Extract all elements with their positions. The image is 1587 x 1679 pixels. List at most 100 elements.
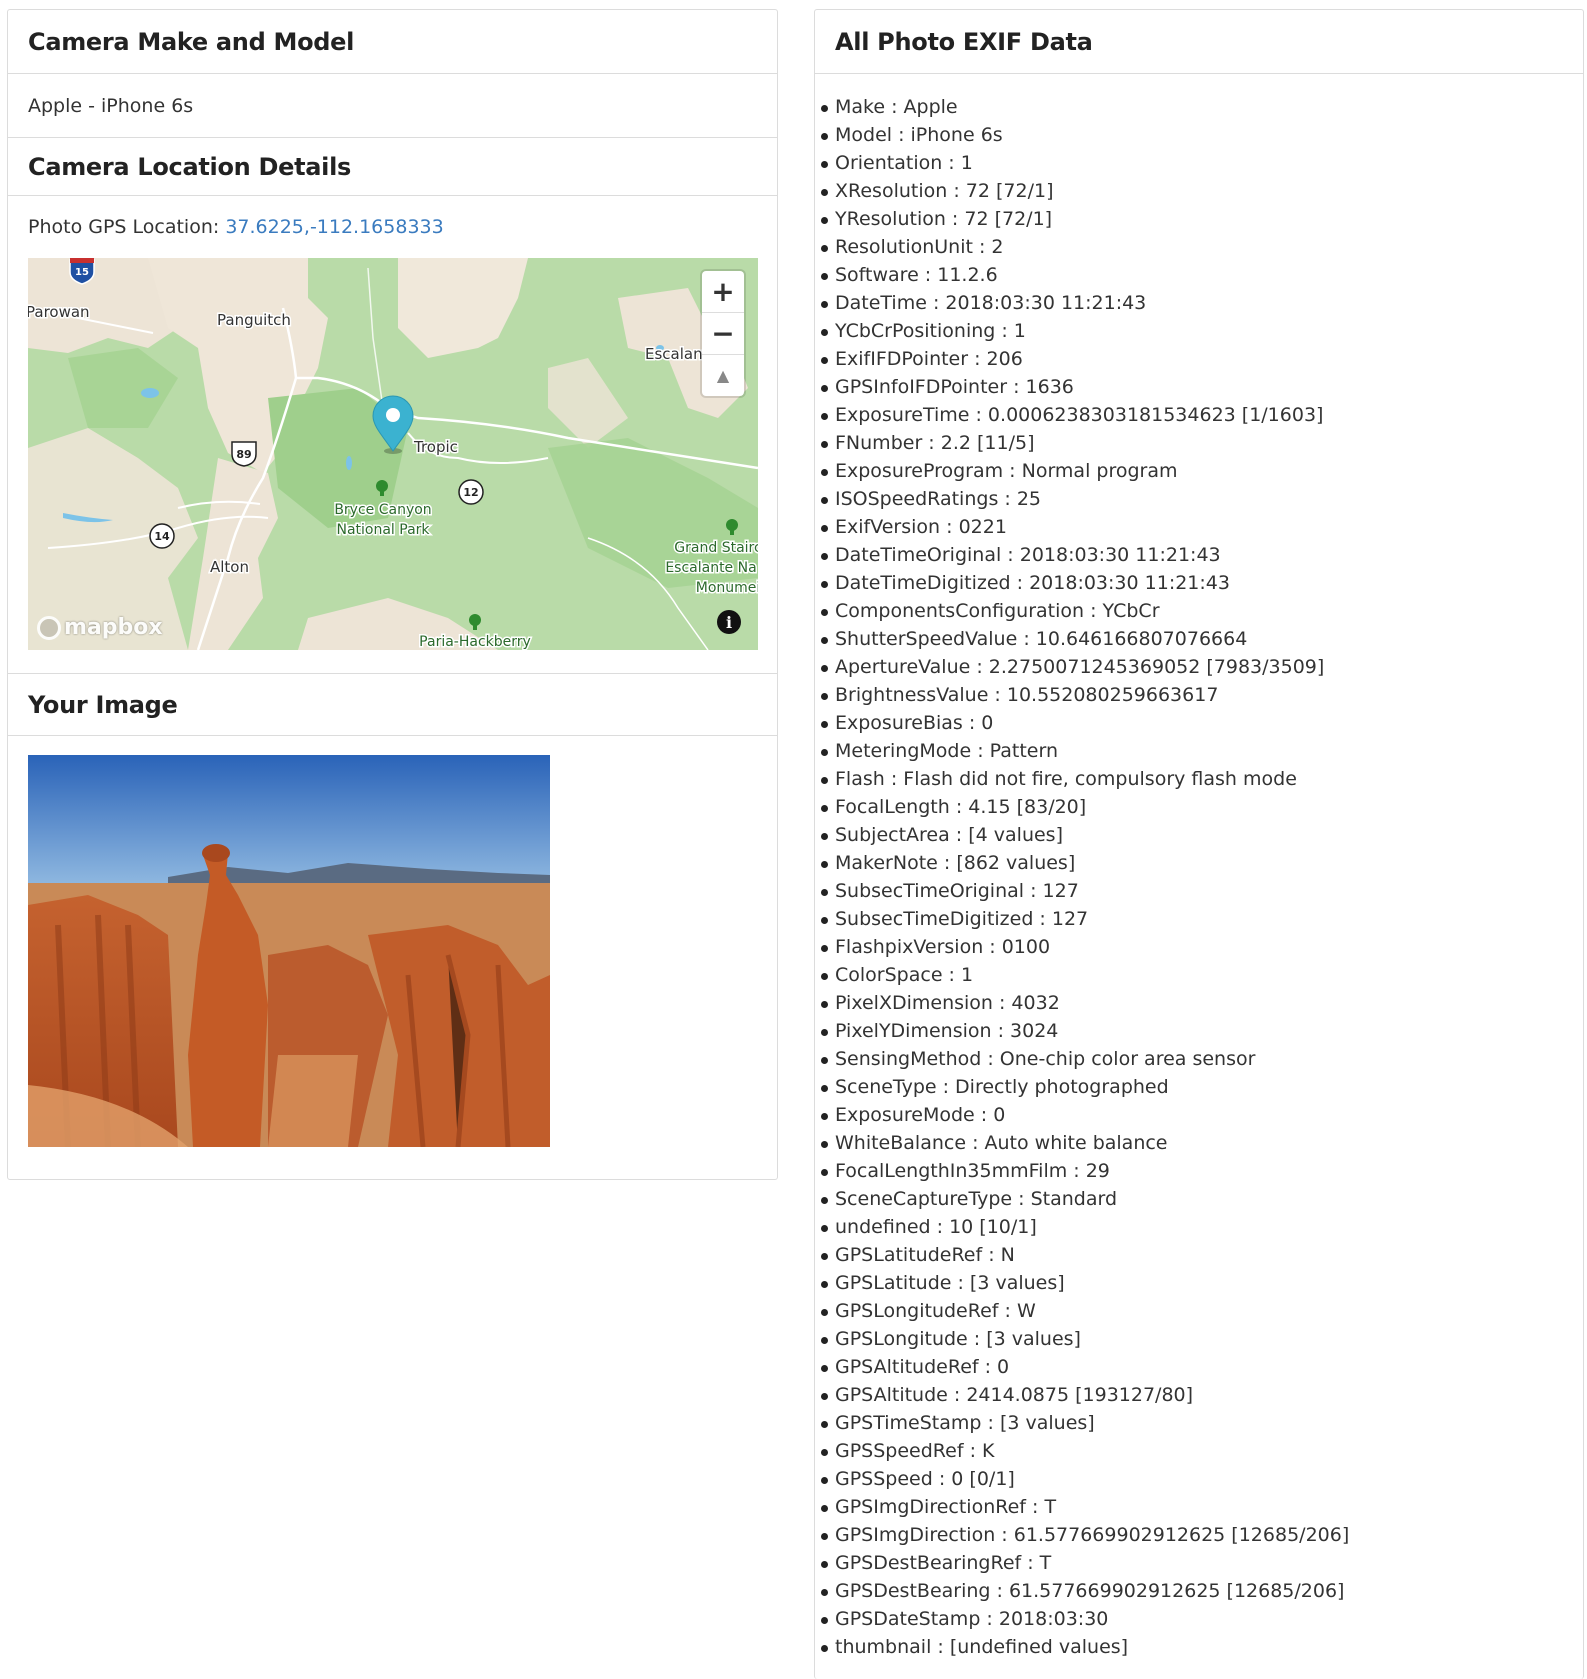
map-label-grand-1: Grand Stairc (674, 540, 758, 556)
image-heading: Your Image (28, 690, 178, 719)
map-label-parowan: Parowan (28, 303, 90, 321)
route-14-shield: 14 (149, 523, 175, 549)
zoom-out-button[interactable]: − (702, 313, 744, 355)
location-map[interactable]: 15 89 12 14 Parowan Panguitch Escalant T… (28, 258, 758, 650)
route-14-label: 14 (154, 530, 170, 543)
exif-item: Make : Apple (821, 93, 1583, 121)
exif-item: ExposureMode : 0 (821, 1101, 1583, 1129)
exif-item: DateTimeOriginal : 2018:03:30 11:21:43 (821, 541, 1583, 569)
exif-item: GPSSpeedRef : K (821, 1437, 1583, 1465)
exif-item: ComponentsConfiguration : YCbCr (821, 597, 1583, 625)
map-label-grand-3: Monumei (696, 580, 758, 596)
camera-section-header: Camera Make and Model (8, 10, 777, 74)
exif-item: Flash : Flash did not fire, compulsory f… (821, 765, 1583, 793)
mapbox-logo[interactable]: mapbox (37, 615, 163, 640)
exif-item: ExifVersion : 0221 (821, 513, 1583, 541)
exif-item: GPSInfoIFDPointer : 1636 (821, 373, 1583, 401)
exif-heading: All Photo EXIF Data (835, 27, 1093, 56)
us-89-shield: 89 (231, 441, 257, 467)
exif-item: PixelYDimension : 3024 (821, 1017, 1583, 1045)
route-12-shield: 12 (458, 479, 484, 505)
exif-item: GPSLongitudeRef : W (821, 1297, 1583, 1325)
image-section-body (8, 755, 777, 1147)
exif-item: Orientation : 1 (821, 149, 1583, 177)
exif-item: GPSDestBearingRef : T (821, 1549, 1583, 1577)
map-info-button[interactable]: i (717, 610, 741, 634)
exif-item: GPSAltitudeRef : 0 (821, 1353, 1583, 1381)
image-section-header: Your Image (8, 674, 777, 736)
exif-item: YCbCrPositioning : 1 (821, 317, 1583, 345)
gps-label: Photo GPS Location: (28, 216, 226, 238)
exif-item: ISOSpeedRatings : 25 (821, 485, 1583, 513)
exif-item: SubsecTimeDigitized : 127 (821, 905, 1583, 933)
exif-item: GPSAltitude : 2414.0875 [193127/80] (821, 1381, 1583, 1409)
exif-item: DateTime : 2018:03:30 11:21:43 (821, 289, 1583, 317)
exif-item: SubjectArea : [4 values] (821, 821, 1583, 849)
exif-item: GPSTimeStamp : [3 values] (821, 1409, 1583, 1437)
exif-item: GPSSpeed : 0 [0/1] (821, 1465, 1583, 1493)
exif-item: ExposureTime : 0.0006238303181534623 [1/… (821, 401, 1583, 429)
map-label-grand-2: Escalante Na (665, 560, 756, 576)
exif-section-header: All Photo EXIF Data (815, 10, 1583, 74)
interstate-15-label: 15 (75, 267, 89, 278)
exif-item: DateTimeDigitized : 2018:03:30 11:21:43 (821, 569, 1583, 597)
exif-item: GPSDestBearing : 61.577669902912625 [126… (821, 1577, 1583, 1605)
exif-item: FNumber : 2.2 [11/5] (821, 429, 1583, 457)
exif-item: SensingMethod : One-chip color area sens… (821, 1045, 1583, 1073)
interstate-15-shield: 15 (69, 258, 95, 285)
gps-location-line: Photo GPS Location: 37.6225,-112.1658333 (28, 216, 757, 238)
exif-item: MakerNote : [862 values] (821, 849, 1583, 877)
right-panel: All Photo EXIF Data Make : Apple Model : … (814, 9, 1584, 1679)
exif-item: Model : iPhone 6s (821, 121, 1583, 149)
exif-item: FocalLengthIn35mmFilm : 29 (821, 1157, 1583, 1185)
map-label-bryce-2: National Park (336, 522, 430, 538)
map-label-panguitch: Panguitch (217, 311, 291, 329)
exif-item: BrightnessValue : 10.552080259663617 (821, 681, 1583, 709)
exif-item: ResolutionUnit : 2 (821, 233, 1583, 261)
map-label-escalante: Escalant (645, 345, 709, 363)
compass-button[interactable]: ▲ (702, 355, 744, 396)
camera-heading: Camera Make and Model (28, 27, 355, 56)
exif-item: SceneType : Directly photographed (821, 1073, 1583, 1101)
exif-item: ShutterSpeedValue : 10.646166807076664 (821, 625, 1583, 653)
location-section-body: Photo GPS Location: 37.6225,-112.1658333 (8, 196, 777, 674)
location-section-header: Camera Location Details (8, 138, 777, 196)
map-label-tropic: Tropic (413, 438, 458, 456)
exif-list: Make : Apple Model : iPhone 6s Orientation… (815, 74, 1583, 1661)
exif-item: ExifIFDPointer : 206 (821, 345, 1583, 373)
exif-item: XResolution : 72 [72/1] (821, 177, 1583, 205)
exif-item: ExposureProgram : Normal program (821, 457, 1583, 485)
exif-item: ExposureBias : 0 (821, 709, 1583, 737)
gps-location-link[interactable]: 37.6225,-112.1658333 (225, 216, 443, 238)
exif-item: SceneCaptureType : Standard (821, 1185, 1583, 1213)
exif-item: GPSImgDirection : 61.577669902912625 [12… (821, 1521, 1583, 1549)
exif-item: GPSImgDirectionRef : T (821, 1493, 1583, 1521)
mapbox-logo-icon (37, 615, 61, 640)
exif-item: ColorSpace : 1 (821, 961, 1583, 989)
uploaded-photo (28, 755, 550, 1147)
exif-item: FocalLength : 4.15 [83/20] (821, 793, 1583, 821)
left-panel: Camera Make and Model Apple - iPhone 6s … (7, 9, 778, 1180)
exif-item: GPSLongitude : [3 values] (821, 1325, 1583, 1353)
exif-item: WhiteBalance : Auto white balance (821, 1129, 1583, 1157)
camera-section-body: Apple - iPhone 6s (8, 74, 777, 138)
exif-item: GPSDateStamp : 2018:03:30 (821, 1605, 1583, 1633)
exif-item: undefined : 10 [10/1] (821, 1213, 1583, 1241)
exif-item: GPSLatitudeRef : N (821, 1241, 1583, 1269)
map-zoom-controls: + − ▲ (702, 271, 744, 396)
exif-item: SubsecTimeOriginal : 127 (821, 877, 1583, 905)
exif-item: PixelXDimension : 4032 (821, 989, 1583, 1017)
mapbox-logo-text: mapbox (64, 615, 163, 640)
exif-item: ApertureValue : 2.2750071245369052 [7983… (821, 653, 1583, 681)
location-heading: Camera Location Details (28, 152, 352, 181)
exif-item: thumbnail : [undefined values] (821, 1633, 1583, 1661)
map-terrain: 15 89 12 14 Parowan Panguitch Escalant T… (28, 258, 758, 650)
route-12-label: 12 (463, 486, 478, 499)
exif-item: GPSLatitude : [3 values] (821, 1269, 1583, 1297)
exif-item: FlashpixVersion : 0100 (821, 933, 1583, 961)
map-label-alton: Alton (210, 558, 249, 576)
zoom-in-button[interactable]: + (702, 271, 744, 313)
exif-item: Software : 11.2.6 (821, 261, 1583, 289)
us-89-label: 89 (236, 448, 251, 461)
map-label-paria: Paria-Hackberry (419, 634, 531, 650)
